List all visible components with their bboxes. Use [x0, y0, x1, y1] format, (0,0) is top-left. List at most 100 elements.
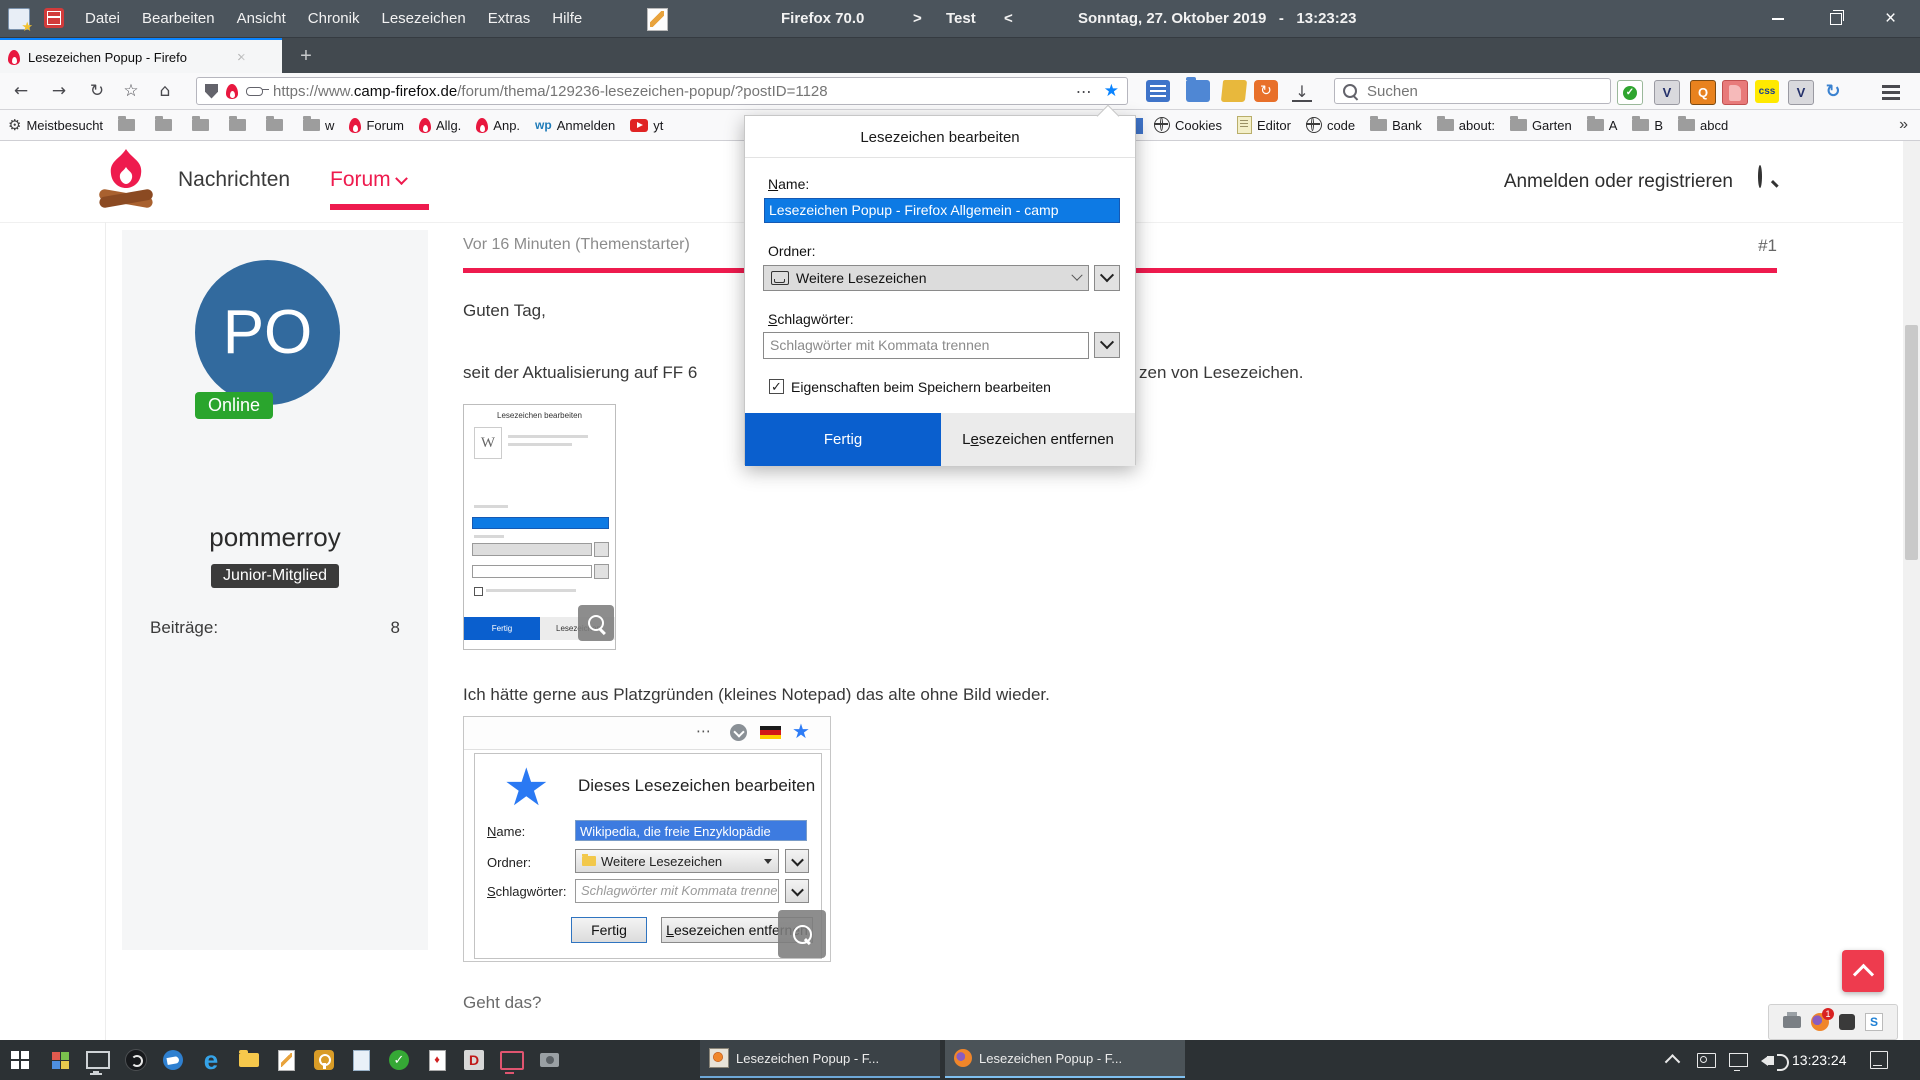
bookmark-meistbesucht[interactable]: ⚙Meistbesucht: [8, 116, 103, 134]
s-app-tray-icon[interactable]: S: [1865, 1013, 1883, 1031]
taskbar-antivirus-icon[interactable]: ✓: [379, 1040, 419, 1080]
minimize-button[interactable]: [1755, 0, 1800, 37]
sidebar-toggle-icon[interactable]: [1146, 80, 1170, 102]
v-addon-icon[interactable]: V: [1654, 80, 1680, 105]
bookmark-folder-3[interactable]: [192, 119, 214, 131]
taskbar-window-1[interactable]: Lesezeichen Popup - F...: [700, 1040, 940, 1078]
bookmark-folder-1[interactable]: [118, 119, 140, 131]
url-text[interactable]: https://www.camp-firefox.de/forum/thema/…: [273, 83, 1064, 100]
tab-lesezeichen-popup[interactable]: Lesezeichen Popup - Firefo ×: [0, 38, 282, 74]
bookmark-about[interactable]: about:: [1437, 118, 1495, 133]
menu-chronik[interactable]: Chronik: [297, 0, 371, 37]
tray-show-hidden-icons[interactable]: [1658, 1040, 1686, 1080]
bookmarks-folder-icon[interactable]: [1186, 80, 1210, 102]
menu-hamburger-icon[interactable]: [1882, 85, 1900, 88]
post-number[interactable]: #1: [1758, 236, 1777, 256]
tray-network-icon[interactable]: [1724, 1040, 1752, 1080]
css-addon-icon[interactable]: css: [1755, 80, 1779, 103]
taskbar-red-monitor-icon[interactable]: [492, 1040, 532, 1080]
bookmark-code[interactable]: code: [1306, 117, 1355, 133]
bookmarks-overflow-chevron[interactable]: »: [1899, 110, 1908, 140]
nav-nachrichten[interactable]: Nachrichten: [178, 168, 290, 192]
nav-forum[interactable]: Forum: [330, 168, 406, 192]
url-bar[interactable]: https://www.camp-firefox.de/forum/thema/…: [196, 77, 1128, 105]
saved-login-key-icon[interactable]: [246, 87, 263, 96]
dark-app-tray-icon[interactable]: [1839, 1014, 1855, 1030]
taskbar-notes-icon[interactable]: [266, 1040, 306, 1080]
login-register-link[interactable]: Anmelden oder registrieren: [1504, 171, 1733, 193]
username[interactable]: pommerroy: [122, 522, 428, 553]
done-button[interactable]: Fertig: [745, 413, 941, 466]
taskbar-keepass-icon[interactable]: [304, 1040, 344, 1080]
bookmark-folder-2[interactable]: [155, 119, 177, 131]
start-button[interactable]: [0, 1040, 40, 1080]
bookmark-garten[interactable]: Garten: [1510, 118, 1572, 133]
bookmark-app-icon[interactable]: ★: [8, 8, 30, 30]
attachment-screenshot-2[interactable]: ⋯ ★ ★ Dieses Lesezeichen bearbeiten Name…: [463, 716, 831, 962]
taskbar-camera-dark-icon[interactable]: [116, 1040, 156, 1080]
folder-select[interactable]: Weitere Lesezeichen: [763, 265, 1089, 291]
action-center-icon[interactable]: [1862, 1040, 1896, 1080]
taskbar-clock[interactable]: 13:23:24: [1792, 1040, 1847, 1080]
scrollbar-thumb[interactable]: [1905, 325, 1918, 560]
quick-bookmark-button[interactable]: ☆: [116, 73, 146, 109]
bookmark-a[interactable]: A: [1587, 118, 1618, 133]
taskbar-window-2[interactable]: Lesezeichen Popup - F...: [945, 1040, 1185, 1078]
menu-datei[interactable]: Datei: [74, 0, 131, 37]
bookmark-folder-4[interactable]: [229, 119, 251, 131]
taskbar-display-icon[interactable]: [78, 1040, 118, 1080]
taskbar-classic-menu-icon[interactable]: [40, 1040, 80, 1080]
restore-button[interactable]: [1813, 0, 1858, 37]
taskbar-cards-icon[interactable]: ♦: [417, 1040, 457, 1080]
bookmark-bank[interactable]: Bank: [1370, 118, 1422, 133]
v2-addon-icon[interactable]: V: [1788, 80, 1814, 105]
zoom-magnifier-icon[interactable]: [578, 605, 614, 641]
folder-expand-button[interactable]: [1094, 265, 1120, 291]
tracking-shield-icon[interactable]: [205, 84, 218, 99]
zoom-magnifier-icon[interactable]: [778, 910, 826, 958]
page-scrollbar[interactable]: [1903, 141, 1920, 1040]
printer-tray-icon[interactable]: [1783, 1016, 1801, 1028]
table-app-icon[interactable]: [44, 8, 64, 28]
tags-expand-button[interactable]: [1094, 332, 1120, 358]
taskbar-explorer-icon[interactable]: [229, 1040, 269, 1080]
bookmark-anmelden[interactable]: wpAnmelden: [535, 118, 615, 133]
forward-button[interactable]: →: [44, 73, 74, 109]
download-icon[interactable]: ↓: [1292, 82, 1312, 102]
bookmark-allg[interactable]: Allg.: [419, 118, 461, 133]
menu-lesezeichen[interactable]: Lesezeichen: [370, 0, 476, 37]
taskbar-dictionary-icon[interactable]: D: [454, 1040, 494, 1080]
taskbar-notepad-icon[interactable]: [341, 1040, 381, 1080]
search-input[interactable]: [1365, 82, 1569, 101]
open-folder-icon[interactable]: [1221, 80, 1247, 102]
camp-firefox-logo[interactable]: [93, 147, 159, 215]
firefox-update-tray-icon[interactable]: 1: [1811, 1013, 1829, 1031]
bookmark-yt[interactable]: yt: [630, 118, 663, 133]
q-addon-icon[interactable]: Q: [1690, 80, 1716, 105]
search-box[interactable]: [1334, 78, 1611, 104]
reload-button[interactable]: ↻: [82, 73, 112, 109]
edit-on-save-checkbox[interactable]: ✓: [769, 379, 784, 394]
script-addon-icon[interactable]: [1722, 80, 1748, 105]
attachment-thumbnail-1[interactable]: Lesezeichen bearbeiten W Fertig Lesezeic…: [463, 404, 616, 650]
bookmark-star-icon[interactable]: ★: [1104, 81, 1119, 101]
bookmark-folder-w[interactable]: w: [303, 118, 334, 133]
forum-search-button[interactable]: [1758, 167, 1784, 193]
tray-volume-icon[interactable]: [1754, 1040, 1786, 1080]
site-identity-flame-icon[interactable]: [226, 84, 238, 99]
taskbar-edge-icon[interactable]: e: [191, 1040, 231, 1080]
scroll-to-top-button[interactable]: [1842, 950, 1884, 992]
tags-input[interactable]: Schlagwörter mit Kommata trennen: [763, 332, 1089, 359]
bookmark-editor[interactable]: Editor: [1237, 116, 1291, 134]
bookmark-forum[interactable]: Forum: [349, 118, 404, 133]
sync-arrows-icon[interactable]: ↻: [1821, 80, 1845, 103]
calendar-addon-icon[interactable]: ✓: [1617, 80, 1643, 105]
bookmark-b[interactable]: B: [1632, 118, 1663, 133]
taskbar-snipping-icon[interactable]: [529, 1040, 569, 1080]
menu-extras[interactable]: Extras: [477, 0, 542, 37]
menu-hilfe[interactable]: Hilfe: [541, 0, 593, 37]
bookmark-folder-5[interactable]: [266, 119, 288, 131]
new-tab-button[interactable]: +: [290, 38, 322, 74]
taskbar-thunderbird-icon[interactable]: [153, 1040, 193, 1080]
avatar[interactable]: PO: [195, 260, 340, 405]
